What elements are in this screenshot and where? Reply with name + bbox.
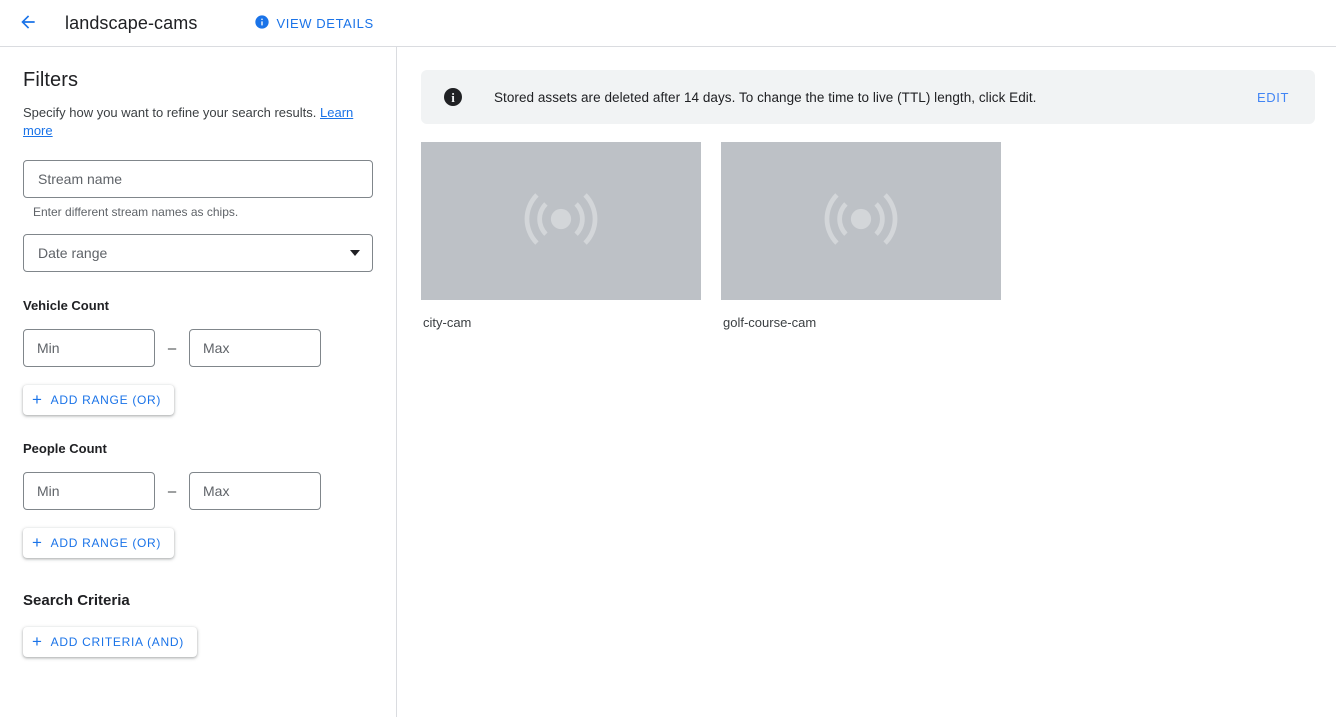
view-details-button[interactable]: VIEW DETAILS [252, 10, 375, 37]
people-count-max-input[interactable] [189, 472, 321, 510]
vehicle-count-range-separator: – [167, 339, 177, 357]
results-panel: i Stored assets are deleted after 14 day… [397, 47, 1336, 717]
vehicle-count-add-range-label: ADD RANGE (OR) [50, 393, 162, 407]
filters-description-text: Specify how you want to refine your sear… [23, 105, 317, 120]
people-count-add-range-label: ADD RANGE (OR) [50, 536, 162, 550]
people-count-add-range-button[interactable]: + ADD RANGE (OR) [23, 528, 175, 558]
stream-card[interactable]: city-cam [421, 142, 701, 330]
filters-description: Specify how you want to refine your sear… [23, 104, 372, 140]
stream-signal-icon [523, 181, 599, 262]
plus-icon: + [32, 631, 43, 651]
date-range-select[interactable]: Date range [23, 234, 373, 272]
people-count-label: People Count [23, 441, 107, 456]
date-range-select-value[interactable]: Date range [23, 234, 373, 272]
app-header: landscape-cams VIEW DETAILS [0, 0, 1336, 47]
info-icon [254, 14, 270, 33]
stream-cards-grid: city-cam golf-course-cam [421, 142, 1315, 330]
vehicle-count-range-row: – [23, 329, 372, 367]
stream-card-label: city-cam [423, 315, 472, 330]
plus-icon: + [32, 389, 43, 409]
stream-thumbnail[interactable] [721, 142, 1001, 300]
ttl-info-banner-message: Stored assets are deleted after 14 days.… [494, 89, 1037, 105]
page-body: Filters Specify how you want to refine y… [0, 47, 1336, 717]
stream-thumbnail[interactable] [421, 142, 701, 300]
filters-panel: Filters Specify how you want to refine y… [0, 47, 397, 717]
back-button[interactable] [14, 9, 42, 37]
stream-signal-icon [823, 181, 899, 262]
ttl-info-banner: i Stored assets are deleted after 14 day… [421, 70, 1315, 124]
view-details-label: VIEW DETAILS [276, 15, 374, 31]
stream-name-input[interactable] [23, 160, 373, 198]
people-count-range-row: – [23, 472, 372, 510]
add-criteria-label: ADD CRITERIA (AND) [50, 635, 184, 649]
vehicle-count-add-range-button[interactable]: + ADD RANGE (OR) [23, 385, 175, 415]
info-icon: i [444, 88, 462, 106]
people-count-min-input[interactable] [23, 472, 155, 510]
page-title: landscape-cams [65, 12, 198, 33]
add-criteria-button[interactable]: + ADD CRITERIA (AND) [23, 627, 197, 657]
vehicle-count-max-input[interactable] [189, 329, 321, 367]
filters-heading: Filters [23, 69, 79, 91]
vehicle-count-min-input[interactable] [23, 329, 155, 367]
stream-card[interactable]: golf-course-cam [721, 142, 1001, 330]
stream-name-hint: Enter different stream names as chips. [33, 205, 239, 219]
plus-icon: + [32, 532, 43, 552]
people-count-range-separator: – [167, 482, 177, 500]
vehicle-count-label: Vehicle Count [23, 298, 109, 313]
edit-ttl-button[interactable]: EDIT [1253, 84, 1293, 111]
arrow-back-icon [18, 12, 38, 35]
stream-card-label: golf-course-cam [723, 315, 817, 330]
search-criteria-heading: Search Criteria [23, 592, 130, 609]
